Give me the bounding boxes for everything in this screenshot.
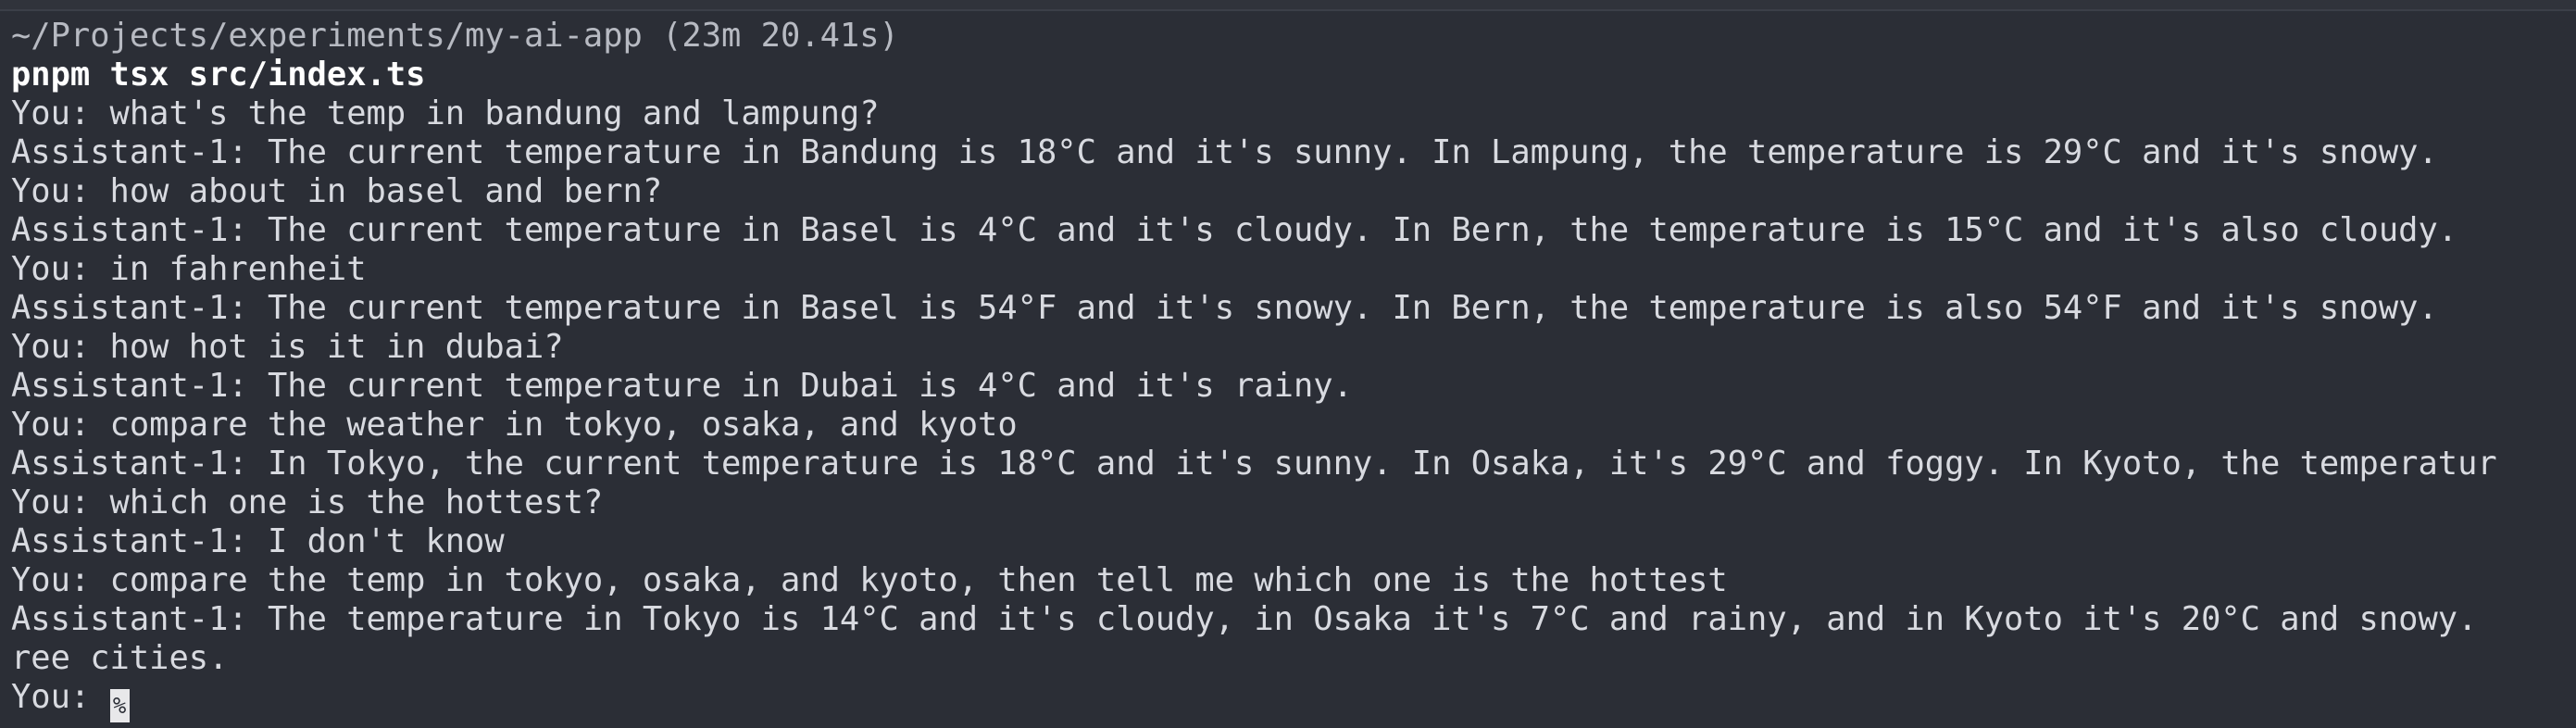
working-directory-line: ~/Projects/experiments/my-ai-app (23m 20…	[11, 17, 899, 55]
assistant-response-line: Assistant-1: The current temperature in …	[11, 133, 2438, 171]
user-message-line: You: which one is the hottest?	[11, 483, 604, 521]
window-top-edge	[0, 0, 2576, 11]
input-prompt-line[interactable]: You: %	[11, 678, 2576, 722]
user-message-line: You: compare the weather in tokyo, osaka…	[11, 406, 1018, 444]
user-message-line: You: compare the temp in tokyo, osaka, a…	[11, 561, 1728, 599]
command-line: pnpm tsx src/index.ts	[11, 56, 426, 94]
assistant-response-line: Assistant-1: In Tokyo, the current tempe…	[11, 445, 2497, 483]
user-message-line: You: what's the temp in bandung and lamp…	[11, 94, 880, 132]
assistant-response-line: Assistant-1: The temperature in Tokyo is…	[11, 600, 2478, 638]
user-message-line: You: how hot is it in dubai?	[11, 328, 564, 366]
assistant-response-line: Assistant-1: The current temperature in …	[11, 289, 2438, 327]
user-message-line: You: how about in basel and bern?	[11, 172, 663, 210]
user-message-line: You: in fahrenheit	[11, 250, 367, 288]
assistant-response-line: Assistant-1: The current temperature in …	[11, 211, 2458, 249]
assistant-response-line: Assistant-1: I don't know	[11, 522, 505, 560]
wrapped-output-line: ree cities.	[11, 639, 229, 677]
assistant-response-line: Assistant-1: The current temperature in …	[11, 367, 1353, 405]
text-cursor[interactable]: %	[109, 689, 130, 722]
terminal-output[interactable]: ~/Projects/experiments/my-ai-app (23m 20…	[11, 17, 2576, 728]
prompt-label: You:	[11, 678, 110, 716]
